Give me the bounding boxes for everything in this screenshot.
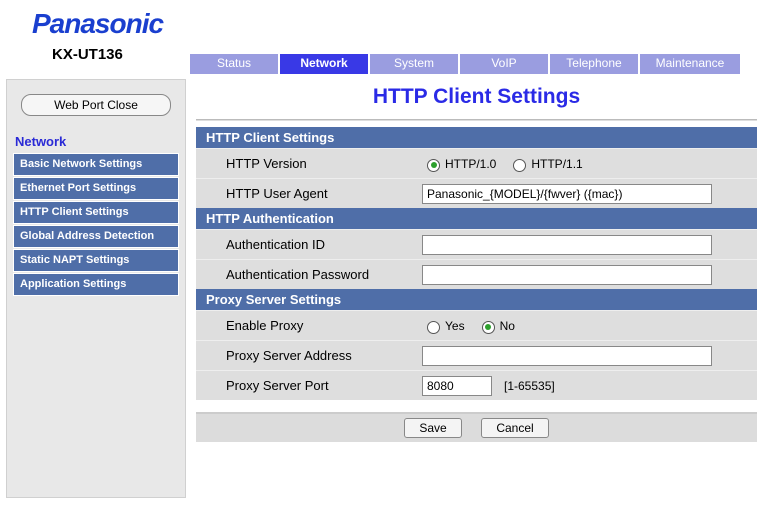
- tab-bar: Status Network System VoIP Telephone Mai…: [190, 54, 740, 74]
- section-http-authentication: HTTP Authentication: [196, 208, 757, 229]
- enable-proxy-yes-wrap[interactable]: Yes: [422, 318, 465, 334]
- tab-status[interactable]: Status: [190, 54, 280, 74]
- section-http-client-settings: HTTP Client Settings: [196, 127, 757, 148]
- divider: [196, 119, 757, 121]
- tab-maintenance[interactable]: Maintenance: [640, 54, 740, 74]
- sidebar-title: Network: [15, 134, 179, 149]
- brand-logo: Panasonic: [32, 8, 767, 40]
- http-version-radio-10-wrap[interactable]: HTTP/1.0: [422, 156, 496, 172]
- proxy-address-label: Proxy Server Address: [196, 342, 416, 369]
- button-bar: Save Cancel: [196, 412, 757, 442]
- sidebar: Web Port Close Network Basic Network Set…: [6, 79, 186, 498]
- enable-proxy-no-label: No: [500, 319, 515, 333]
- http-version-radio-11-wrap[interactable]: HTTP/1.1: [508, 156, 582, 172]
- auth-id-input[interactable]: [422, 235, 712, 255]
- sidebar-item-application[interactable]: Application Settings: [13, 273, 179, 296]
- web-port-close-button[interactable]: Web Port Close: [21, 94, 171, 116]
- http-version-label: HTTP Version: [196, 150, 416, 177]
- enable-proxy-label: Enable Proxy: [196, 312, 416, 339]
- page-title: HTTP Client Settings: [196, 85, 757, 109]
- main-content: HTTP Client Settings HTTP Client Setting…: [192, 73, 767, 442]
- save-button[interactable]: Save: [404, 418, 461, 438]
- auth-password-input[interactable]: [422, 265, 712, 285]
- http-user-agent-input[interactable]: [422, 184, 712, 204]
- section-proxy-server-settings: Proxy Server Settings: [196, 289, 757, 310]
- sidebar-item-ethernet-port[interactable]: Ethernet Port Settings: [13, 177, 179, 200]
- proxy-port-hint: [1-65535]: [504, 379, 555, 393]
- auth-id-label: Authentication ID: [196, 231, 416, 258]
- http-version-opt1-label: HTTP/1.0: [445, 157, 496, 171]
- proxy-address-input[interactable]: [422, 346, 712, 366]
- proxy-port-label: Proxy Server Port: [196, 372, 416, 399]
- tab-system[interactable]: System: [370, 54, 460, 74]
- tab-network[interactable]: Network: [280, 54, 370, 74]
- enable-proxy-yes-label: Yes: [445, 319, 465, 333]
- model-label: KX-UT136: [52, 46, 123, 63]
- cancel-button[interactable]: Cancel: [481, 418, 548, 438]
- sidebar-item-basic-network[interactable]: Basic Network Settings: [13, 153, 179, 176]
- tab-voip[interactable]: VoIP: [460, 54, 550, 74]
- sidebar-item-http-client[interactable]: HTTP Client Settings: [13, 201, 179, 224]
- enable-proxy-no-radio[interactable]: [482, 321, 495, 334]
- auth-password-label: Authentication Password: [196, 261, 416, 288]
- http-version-opt2-label: HTTP/1.1: [531, 157, 582, 171]
- http-version-radio-10[interactable]: [427, 159, 440, 172]
- sidebar-item-global-address[interactable]: Global Address Detection: [13, 225, 179, 248]
- enable-proxy-yes-radio[interactable]: [427, 321, 440, 334]
- proxy-port-input[interactable]: [422, 376, 492, 396]
- tab-telephone[interactable]: Telephone: [550, 54, 640, 74]
- enable-proxy-no-wrap[interactable]: No: [477, 318, 515, 334]
- http-version-radio-11[interactable]: [513, 159, 526, 172]
- sidebar-item-static-napt[interactable]: Static NAPT Settings: [13, 249, 179, 272]
- http-user-agent-label: HTTP User Agent: [196, 180, 416, 207]
